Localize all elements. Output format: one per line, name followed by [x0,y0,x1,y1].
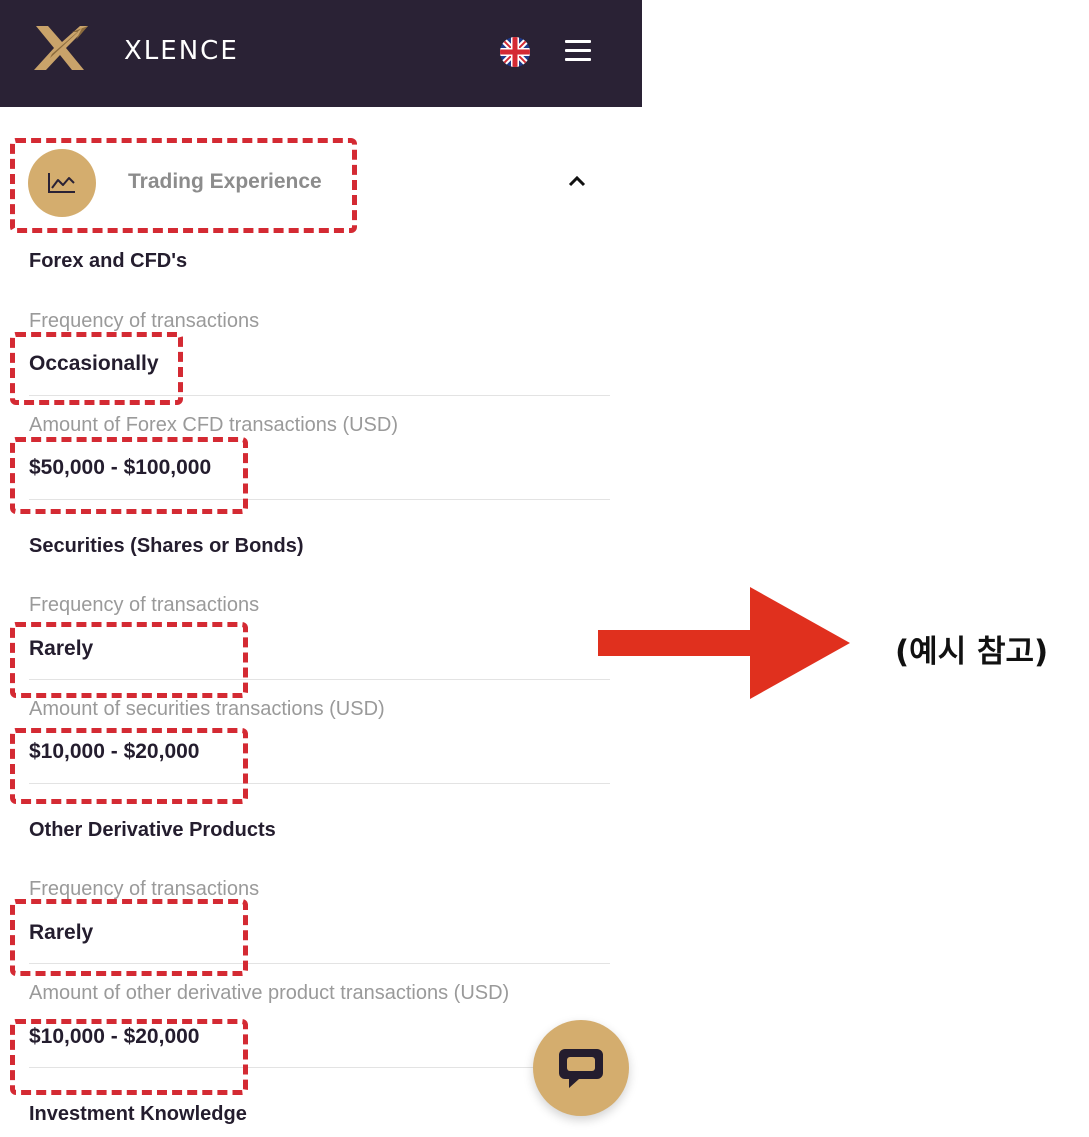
chevron-up-icon[interactable] [566,173,588,189]
highlight-box [10,332,183,405]
xlence-logo-icon[interactable] [32,24,90,72]
hamburger-menu-icon[interactable] [565,40,591,62]
highlight-box [10,728,248,804]
investment-knowledge-header[interactable]: Investment Knowledge [29,1103,247,1126]
group-title-forex: Forex and CFD's [29,250,188,272]
mobile-screen: XLENCE Trading Experience Forex and CFD'… [0,0,642,1137]
highlight-box [10,138,357,233]
highlight-box [10,437,248,514]
top-navigation-bar: XLENCE [0,0,642,107]
field-label: Amount of other derivative product trans… [29,982,510,1004]
uk-flag-icon[interactable] [500,37,530,67]
highlight-box [10,899,248,976]
field-label: Amount of securities transactions (USD) [29,698,385,720]
highlight-box [10,622,248,698]
example-reference-note: (예시 참고) [895,634,1049,670]
chat-bubble-icon [559,1049,603,1088]
chat-button[interactable] [533,1020,629,1116]
field-label: Frequency of transactions [29,878,260,900]
field-label: Amount of Forex CFD transactions (USD) [29,414,398,436]
field-label: Frequency of transactions [29,594,260,616]
highlight-box [10,1019,248,1095]
right-arrow-icon [598,587,850,699]
group-title-derivatives: Other Derivative Products [29,819,276,841]
group-title-securities: Securities (Shares or Bonds) [29,535,304,557]
brand-name: XLENCE [124,36,239,66]
field-label: Frequency of transactions [29,310,260,332]
